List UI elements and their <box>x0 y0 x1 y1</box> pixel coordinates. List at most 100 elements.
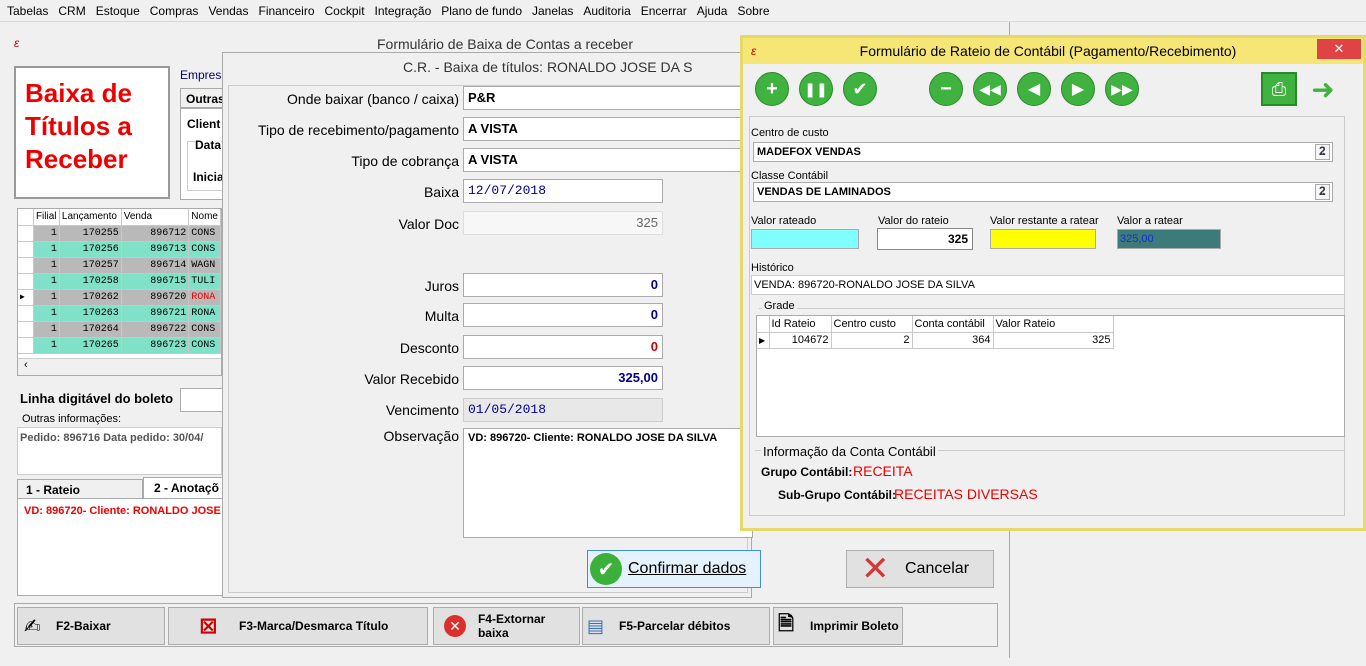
grid-header[interactable]: Conta contábil <box>912 316 994 333</box>
juros-field[interactable]: 0 <box>463 273 663 297</box>
menu-item[interactable]: Estoque <box>91 4 145 18</box>
page-title-line: Baixa de <box>25 78 132 108</box>
table-row[interactable]: ▶ 104672 2 364 325 <box>757 332 1114 349</box>
table-row[interactable]: 1 170264 896722 CONS <box>18 321 221 338</box>
exit-door-icon[interactable]: ➜ <box>1303 70 1343 108</box>
grid-header[interactable]: Nome <box>188 209 221 226</box>
close-button[interactable]: ✕ <box>1317 39 1361 59</box>
menu-item[interactable]: Vendas <box>203 4 253 18</box>
menu-item[interactable]: Integração <box>370 4 437 18</box>
valor-rateio-label: Valor do rateio <box>878 215 949 227</box>
grid-cell: WAGN <box>188 257 221 274</box>
table-row[interactable]: ▶ 1 170262 896720 RONA <box>18 289 221 306</box>
page-title-line: Receber <box>25 144 128 174</box>
pause-icon[interactable]: ❚❚ <box>799 72 833 106</box>
row-indicator <box>18 305 34 322</box>
grid-cell: 1 <box>33 305 60 322</box>
data-label: Data <box>195 138 222 152</box>
page-title-line: Títulos a <box>25 111 132 141</box>
marca-desmarca-button[interactable]: ⊠ F3-Marca/Desmarca Título <box>168 607 428 645</box>
rateio-grid[interactable]: Id Rateio Centro custo Conta contábil Va… <box>756 315 1345 437</box>
valor-a-ratear-field: 325,00 <box>1117 229 1221 249</box>
cancelar-button[interactable]: ✕ Cancelar <box>846 550 994 588</box>
confirmar-button[interactable]: ✔ Confirmar dados <box>587 550 761 588</box>
grid-cell: 896723 <box>121 337 190 354</box>
minus-icon[interactable]: − <box>929 72 963 106</box>
menu-item[interactable]: Ajuda <box>692 4 733 18</box>
centro-custo-select[interactable]: MADEFOX VENDAS ⌄ <box>753 142 1333 162</box>
menu-item[interactable]: Compras <box>145 4 204 18</box>
page-title: Baixa de Títulos a Receber <box>25 77 132 176</box>
check-icon[interactable]: ✔ <box>843 72 877 106</box>
grid-cell: 896714 <box>121 257 190 274</box>
valor-rateado-label: Valor rateado <box>751 215 817 227</box>
desconto-label: Desconto <box>399 340 459 356</box>
table-row[interactable]: 1 170257 896714 WAGN <box>18 257 221 274</box>
table-row[interactable]: 1 170263 896721 RONA <box>18 305 221 322</box>
grid-indicator-header <box>757 316 770 333</box>
menu-item[interactable]: Janelas <box>527 4 578 18</box>
valor-rateio-field[interactable]: 325 <box>877 228 973 250</box>
tipo-recebimento-field[interactable]: A VISTA <box>463 117 753 141</box>
menu-item[interactable]: Plano de fundo <box>436 4 527 18</box>
menu-item[interactable]: Cockpit <box>320 4 370 18</box>
imprimir-boleto-button[interactable]: 🗎 Imprimir Boleto <box>773 607 903 645</box>
grid-cell: 325 <box>993 332 1114 349</box>
grid-cell: 1 <box>33 337 60 354</box>
tab-anotacoes[interactable]: 2 - Anotaçõ <box>143 477 223 499</box>
menu-item[interactable]: Financeiro <box>253 4 319 18</box>
close-icon: ✕ <box>861 550 890 588</box>
next-record-icon[interactable]: ▶ <box>1061 72 1095 106</box>
parcelar-button[interactable]: ▤ F5-Parcelar débitos <box>582 607 770 645</box>
menu-item[interactable]: Encerrar <box>636 4 692 18</box>
multa-field[interactable]: 0 <box>463 303 663 327</box>
grid-header[interactable]: Valor Rateio <box>993 316 1114 333</box>
extornar-button[interactable]: ✕ F4-Extornar baixa <box>433 607 580 645</box>
lookup-icon[interactable]: 2 <box>1319 184 1326 198</box>
add-icon[interactable]: + <box>755 72 789 106</box>
linha-digitavel-input[interactable] <box>180 388 224 412</box>
table-row[interactable]: 1 170255 896712 CONS <box>18 225 221 242</box>
confirmar-label: Confirmar dados <box>628 560 747 577</box>
grid-cell: 1 <box>33 225 60 242</box>
valor-doc-label: Valor Doc <box>398 216 459 232</box>
menu-item[interactable]: Auditoria <box>578 4 635 18</box>
row-indicator <box>18 241 34 258</box>
baixa-subtitle: C.R. - Baixa de títulos: RONALDO JOSE DA… <box>403 59 693 75</box>
grid-header[interactable]: Filial <box>33 209 60 226</box>
grid-horizontal-scrollbar[interactable]: ‹ <box>18 358 221 375</box>
tab-rateio-gerencial[interactable]: 1 - Rateio gerencial <box>17 479 143 511</box>
grid-header[interactable]: Venda <box>121 209 190 226</box>
lookup-icon[interactable]: 2 <box>1319 144 1326 158</box>
valor-restante-field <box>990 229 1096 249</box>
grid-header[interactable]: Lançamento <box>59 209 122 226</box>
previous-record-icon[interactable]: ◀ <box>1017 72 1051 106</box>
baixa-date-field[interactable]: 12/07/2018 <box>463 179 663 203</box>
menu-item[interactable]: Tabelas <box>2 4 53 18</box>
tab-outras[interactable]: Outras <box>180 88 225 108</box>
anotacao-box[interactable]: VD: 896720- Cliente: RONALDO JOSE <box>17 498 223 596</box>
titles-grid[interactable]: Filial Lançamento Venda Nome 1 170255 8967… <box>17 208 222 376</box>
observacao-field[interactable]: VD: 896720- Cliente: RONALDO JOSE DA SIL… <box>463 428 753 538</box>
grid-cell: 170256 <box>59 241 122 258</box>
menu-item[interactable]: Sobre <box>732 4 774 18</box>
onde-baixar-field[interactable]: P&R <box>463 86 753 110</box>
last-record-icon[interactable]: ▶▶ <box>1105 72 1139 106</box>
classe-select[interactable]: VENDAS DE LAMINADOS ⌄ <box>753 182 1333 202</box>
grid-cell: 896713 <box>121 241 190 258</box>
grid-cell: CONS <box>188 321 221 338</box>
desconto-field[interactable]: 0 <box>463 335 663 359</box>
grid-header[interactable]: Centro custo <box>831 316 913 333</box>
grid-header[interactable]: Id Rateio <box>769 316 832 333</box>
valor-recebido-field[interactable]: 325,00 <box>463 366 663 390</box>
tipo-cobranca-field[interactable]: A VISTA <box>463 148 753 172</box>
historico-field[interactable]: VENDA: 896720-RONALDO JOSE DA SILVA <box>751 275 1345 295</box>
menu-item[interactable]: CRM <box>53 4 90 18</box>
table-row[interactable]: 1 170256 896713 CONS <box>18 241 221 258</box>
baixar-button[interactable]: ✍ F2-Baixar <box>17 607 165 645</box>
first-record-icon[interactable]: ◀◀ <box>973 72 1007 106</box>
print-icon[interactable]: ⎙ <box>1261 72 1297 106</box>
table-row[interactable]: 1 170265 896723 CONS <box>18 337 221 354</box>
table-row[interactable]: 1 170258 896715 TULI <box>18 273 221 290</box>
grid-cell: 104672 <box>769 332 832 349</box>
